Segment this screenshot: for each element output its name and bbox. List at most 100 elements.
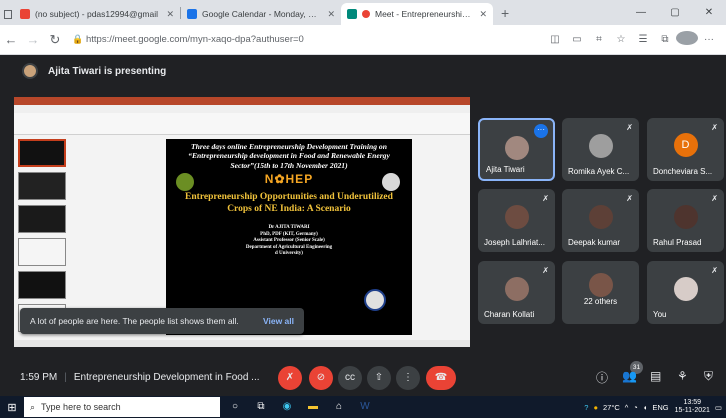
captions-button[interactable]: cc <box>338 366 362 390</box>
activities-icon[interactable]: ⚘ <box>677 369 688 383</box>
slide-author: Dr AJITA TIWARI PhD, PDF (KIT, Germany) … <box>166 225 412 258</box>
avatar <box>588 134 613 158</box>
meet-icon <box>347 9 357 19</box>
slide-subtitle: Entrepreneurship Opportunities and Under… <box>185 192 393 214</box>
divider: | <box>64 371 67 383</box>
toast-message: A lot of people are here. The people lis… <box>30 316 239 326</box>
meeting-info: 1:59 PM | Entrepreneurship Development in … <box>0 372 260 383</box>
view-all-button[interactable]: View all <box>263 316 294 326</box>
people-icon[interactable]: 👥 <box>622 369 637 383</box>
tab-calendar-title: Google Calendar - Monday, Nov <box>202 9 322 19</box>
language-indicator[interactable]: ENG <box>652 403 668 412</box>
more-options-icon[interactable]: ··· <box>534 124 548 138</box>
participant-tile[interactable]: ✗ Charan Kollati <box>478 261 555 324</box>
mic-off-icon: ✗ <box>542 194 549 203</box>
participant-tile[interactable]: ✗ Rahul Prasad <box>647 189 724 252</box>
more-icon[interactable]: ··· <box>698 34 720 45</box>
file-explorer-icon[interactable]: ▬ <box>302 396 324 418</box>
close-icon[interactable]: ✕ <box>166 9 174 20</box>
info-icon[interactable]: ⓘ <box>596 369 608 386</box>
reader-icon[interactable]: ▭ <box>566 34 588 45</box>
avatar: D <box>673 133 698 157</box>
present-button[interactable]: ⇧ <box>367 366 391 390</box>
participant-name: Joseph Lalhriat... <box>484 238 545 247</box>
self-tile[interactable]: ✗ You <box>647 261 724 324</box>
tab-gmail-title: (no subject) - pdas12994@gmail <box>35 9 158 19</box>
collections-icon[interactable]: ⧉ <box>654 34 676 45</box>
participant-name: You <box>653 310 667 319</box>
temperature[interactable]: 27°C <box>603 403 620 412</box>
others-count: 22 others <box>583 297 618 306</box>
chat-icon[interactable]: ▤ <box>650 369 661 383</box>
slide-thumbnail <box>18 238 66 266</box>
participant-name: Charan Kollati <box>484 310 535 319</box>
new-tab-button[interactable]: + <box>493 5 517 21</box>
address-bar: ← → ↻ 🔒 https://meet.google.com/myn-xaqo… <box>0 25 726 55</box>
powerpoint-ribbon <box>14 105 470 135</box>
close-window-icon[interactable]: ✕ <box>692 7 726 18</box>
participant-tile[interactable]: ✗ Romika Ayek C... <box>562 118 639 181</box>
slide-thumbnail <box>18 205 66 233</box>
help-icon[interactable]: ? <box>584 403 588 412</box>
network-icon[interactable]: ◔ <box>633 403 638 412</box>
url-field[interactable]: 🔒 https://meet.google.com/myn-xaqo-dpa?a… <box>72 29 502 51</box>
profile-icon[interactable] <box>676 31 698 48</box>
mic-off-button[interactable]: ✗ <box>278 366 302 390</box>
maximize-icon[interactable]: ▢ <box>658 7 692 18</box>
camera-icon[interactable]: ◫ <box>544 34 566 45</box>
tab-calendar[interactable]: Google Calendar - Monday, Nov ✕ <box>181 3 341 25</box>
slide-thumbnail <box>18 139 66 167</box>
taskbar-clock[interactable]: 13:59 15-11-2021 <box>675 399 710 415</box>
meeting-controls: 1:59 PM | Entrepreneurship Development in … <box>0 359 726 395</box>
author-line: d University) <box>275 251 303 257</box>
task-view-icon[interactable]: ⧉ <box>250 396 272 418</box>
tab-meet[interactable]: Meet - Entrepreneurship De ✕ <box>341 3 493 25</box>
word-icon[interactable]: W <box>354 396 376 418</box>
browser-tabstrip: (no subject) - pdas12994@gmail ✕ Google … <box>0 0 726 25</box>
taskbar-search-field[interactable]: ⌕ Type here to search <box>24 397 220 417</box>
cortana-icon[interactable]: ○ <box>224 396 246 418</box>
minimize-icon[interactable]: — <box>624 7 658 18</box>
forward-icon[interactable]: → <box>22 32 44 47</box>
back-icon[interactable]: ← <box>0 32 22 47</box>
recording-icon <box>362 10 370 18</box>
windows-start-icon[interactable]: ⊞ <box>0 401 24 414</box>
edge-icon[interactable]: ◉ <box>276 396 298 418</box>
store-icon[interactable]: ⌂ <box>328 396 350 418</box>
close-icon[interactable]: ✕ <box>479 9 487 20</box>
slide-canvas: Three days online Entrepreneurship Devel… <box>166 139 412 335</box>
calendar-icon <box>187 9 197 19</box>
participant-tile[interactable]: ✗ D Doncheviara S... <box>647 118 724 181</box>
camera-off-button[interactable]: ⊘ <box>309 366 333 390</box>
close-icon[interactable]: ✕ <box>327 9 335 20</box>
tab-gmail[interactable]: (no subject) - pdas12994@gmail ✕ <box>14 3 180 25</box>
mic-off-icon: ✗ <box>626 123 633 132</box>
chevron-up-icon[interactable]: ^ <box>625 403 629 412</box>
presenting-banner: Ajita Tiwari is presenting <box>0 56 726 86</box>
avatar <box>504 277 529 301</box>
volume-icon[interactable]: ◖ <box>643 403 648 412</box>
reload-icon[interactable]: ↻ <box>44 32 66 48</box>
leave-call-button[interactable]: ☎ <box>426 366 456 390</box>
favorites-icon[interactable]: ☰ <box>632 34 654 45</box>
participant-name: Deepak kumar <box>568 238 621 247</box>
clock-time: 13:59 <box>683 399 702 406</box>
taskbar: ⊞ ⌕ Type here to search ○ ⧉ ◉ ▬ ⌂ W ? ● … <box>0 396 726 418</box>
participant-tile[interactable]: ··· Ajita Tiwari <box>478 118 555 181</box>
tab-actions-icon[interactable] <box>0 3 14 25</box>
avatar <box>22 63 38 79</box>
url-text: https://meet.google.com/myn-xaqo-dpa?aut… <box>86 34 304 45</box>
more-options-button[interactable]: ⋮ <box>396 366 420 390</box>
participant-tile[interactable]: ✗ Joseph Lalhriat... <box>478 189 555 252</box>
participant-tile[interactable]: ✗ Deepak kumar <box>562 189 639 252</box>
tab-meet-title: Meet - Entrepreneurship De <box>375 9 474 19</box>
grid-icon[interactable]: ⌗ <box>588 34 610 45</box>
participant-name: Romika Ayek C... <box>568 167 630 176</box>
screen: (no subject) - pdas12994@gmail ✕ Google … <box>0 0 726 418</box>
host-controls-icon[interactable]: ⛨ <box>704 369 713 384</box>
clock-date: 15-11-2021 <box>674 407 710 414</box>
participant-name: Rahul Prasad <box>653 238 702 247</box>
notifications-icon[interactable]: ▭ <box>715 403 722 412</box>
others-tile[interactable]: 22 others <box>562 261 639 324</box>
bookmark-star-icon[interactable]: ☆ <box>610 34 632 45</box>
